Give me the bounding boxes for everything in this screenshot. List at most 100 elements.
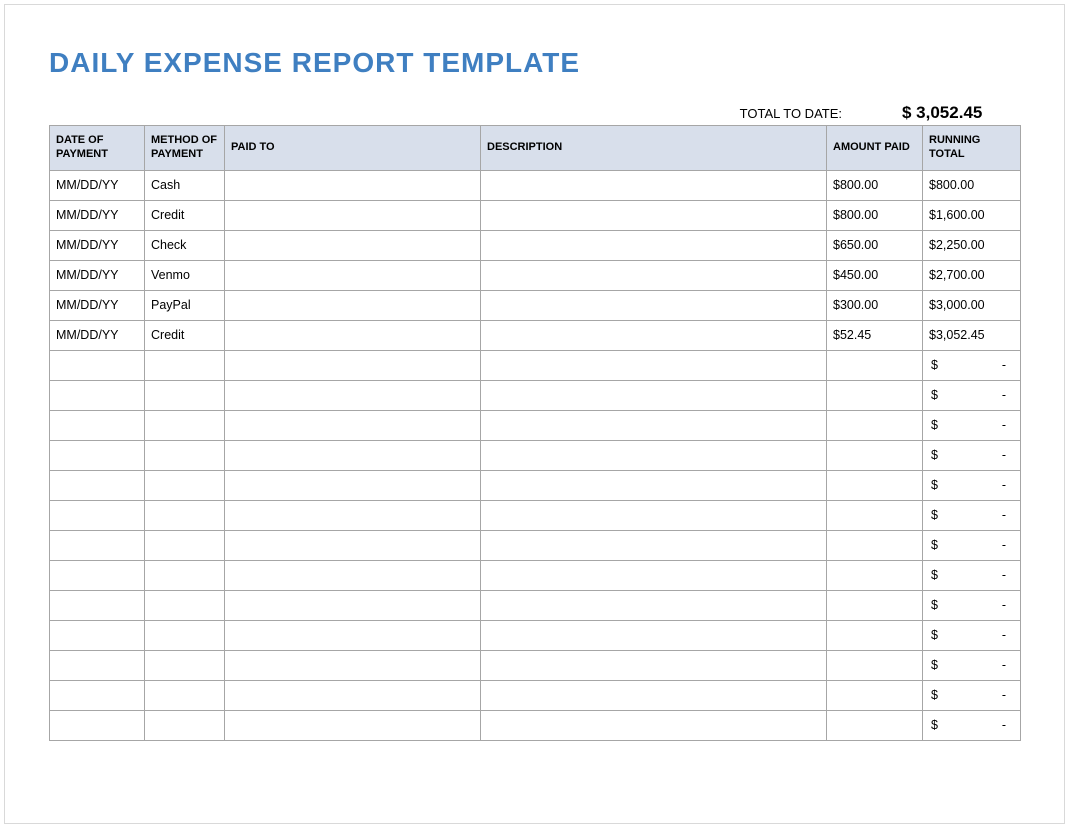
cell-amount[interactable] [827, 590, 923, 620]
cell-method[interactable] [145, 710, 225, 740]
cell-paid-to[interactable] [225, 320, 481, 350]
cell-description[interactable] [481, 470, 827, 500]
cell-date[interactable] [50, 470, 145, 500]
cell-paid-to[interactable] [225, 350, 481, 380]
cell-date[interactable] [50, 440, 145, 470]
cell-running-total[interactable]: $- [923, 560, 1021, 590]
cell-amount[interactable] [827, 500, 923, 530]
cell-description[interactable] [481, 500, 827, 530]
cell-running-total[interactable]: $- [923, 350, 1021, 380]
cell-description[interactable] [481, 620, 827, 650]
cell-paid-to[interactable] [225, 560, 481, 590]
cell-running-total[interactable]: $3,000.00 [923, 290, 1021, 320]
cell-paid-to[interactable] [225, 530, 481, 560]
cell-paid-to[interactable] [225, 710, 481, 740]
cell-paid-to[interactable] [225, 650, 481, 680]
cell-amount[interactable] [827, 710, 923, 740]
cell-date[interactable] [50, 380, 145, 410]
cell-running-total[interactable]: $- [923, 440, 1021, 470]
cell-method[interactable] [145, 620, 225, 650]
cell-description[interactable] [481, 320, 827, 350]
cell-amount[interactable]: $52.45 [827, 320, 923, 350]
cell-method[interactable] [145, 560, 225, 590]
cell-paid-to[interactable] [225, 200, 481, 230]
cell-running-total[interactable]: $- [923, 710, 1021, 740]
cell-running-total[interactable]: $800.00 [923, 170, 1021, 200]
cell-method[interactable]: PayPal [145, 290, 225, 320]
cell-paid-to[interactable] [225, 290, 481, 320]
cell-method[interactable]: Cash [145, 170, 225, 200]
cell-date[interactable]: MM/DD/YY [50, 170, 145, 200]
cell-running-total[interactable]: $- [923, 620, 1021, 650]
cell-amount[interactable] [827, 380, 923, 410]
cell-paid-to[interactable] [225, 410, 481, 440]
cell-date[interactable] [50, 500, 145, 530]
cell-method[interactable] [145, 590, 225, 620]
cell-method[interactable] [145, 530, 225, 560]
cell-running-total[interactable]: $3,052.45 [923, 320, 1021, 350]
cell-running-total[interactable]: $1,600.00 [923, 200, 1021, 230]
cell-method[interactable] [145, 440, 225, 470]
cell-date[interactable] [50, 650, 145, 680]
cell-method[interactable] [145, 380, 225, 410]
cell-description[interactable] [481, 350, 827, 380]
cell-method[interactable] [145, 350, 225, 380]
cell-date[interactable] [50, 350, 145, 380]
cell-amount[interactable] [827, 530, 923, 560]
cell-amount[interactable] [827, 680, 923, 710]
cell-running-total[interactable]: $- [923, 380, 1021, 410]
cell-description[interactable] [481, 380, 827, 410]
cell-paid-to[interactable] [225, 440, 481, 470]
cell-description[interactable] [481, 650, 827, 680]
cell-date[interactable] [50, 590, 145, 620]
cell-method[interactable]: Credit [145, 200, 225, 230]
cell-running-total[interactable]: $- [923, 680, 1021, 710]
cell-running-total[interactable]: $- [923, 500, 1021, 530]
cell-method[interactable] [145, 410, 225, 440]
cell-method[interactable]: Check [145, 230, 225, 260]
cell-date[interactable]: MM/DD/YY [50, 230, 145, 260]
cell-description[interactable] [481, 590, 827, 620]
cell-description[interactable] [481, 710, 827, 740]
cell-date[interactable] [50, 530, 145, 560]
cell-running-total[interactable]: $- [923, 650, 1021, 680]
cell-date[interactable] [50, 680, 145, 710]
cell-description[interactable] [481, 170, 827, 200]
cell-paid-to[interactable] [225, 230, 481, 260]
cell-paid-to[interactable] [225, 260, 481, 290]
cell-running-total[interactable]: $- [923, 410, 1021, 440]
cell-date[interactable] [50, 410, 145, 440]
cell-paid-to[interactable] [225, 380, 481, 410]
cell-date[interactable]: MM/DD/YY [50, 260, 145, 290]
cell-amount[interactable] [827, 350, 923, 380]
cell-running-total[interactable]: $- [923, 470, 1021, 500]
cell-amount[interactable] [827, 560, 923, 590]
cell-amount[interactable] [827, 440, 923, 470]
cell-paid-to[interactable] [225, 620, 481, 650]
cell-running-total[interactable]: $- [923, 530, 1021, 560]
cell-description[interactable] [481, 440, 827, 470]
cell-amount[interactable]: $800.00 [827, 170, 923, 200]
cell-date[interactable]: MM/DD/YY [50, 290, 145, 320]
cell-date[interactable] [50, 560, 145, 590]
cell-date[interactable] [50, 620, 145, 650]
cell-running-total[interactable]: $2,250.00 [923, 230, 1021, 260]
cell-paid-to[interactable] [225, 500, 481, 530]
cell-running-total[interactable]: $- [923, 590, 1021, 620]
cell-description[interactable] [481, 560, 827, 590]
cell-description[interactable] [481, 680, 827, 710]
cell-paid-to[interactable] [225, 590, 481, 620]
cell-description[interactable] [481, 530, 827, 560]
cell-amount[interactable] [827, 620, 923, 650]
cell-description[interactable] [481, 410, 827, 440]
cell-method[interactable] [145, 470, 225, 500]
cell-amount[interactable]: $800.00 [827, 200, 923, 230]
cell-method[interactable] [145, 680, 225, 710]
cell-description[interactable] [481, 200, 827, 230]
cell-method[interactable] [145, 650, 225, 680]
cell-paid-to[interactable] [225, 680, 481, 710]
cell-amount[interactable] [827, 410, 923, 440]
cell-paid-to[interactable] [225, 470, 481, 500]
cell-running-total[interactable]: $2,700.00 [923, 260, 1021, 290]
cell-method[interactable]: Venmo [145, 260, 225, 290]
